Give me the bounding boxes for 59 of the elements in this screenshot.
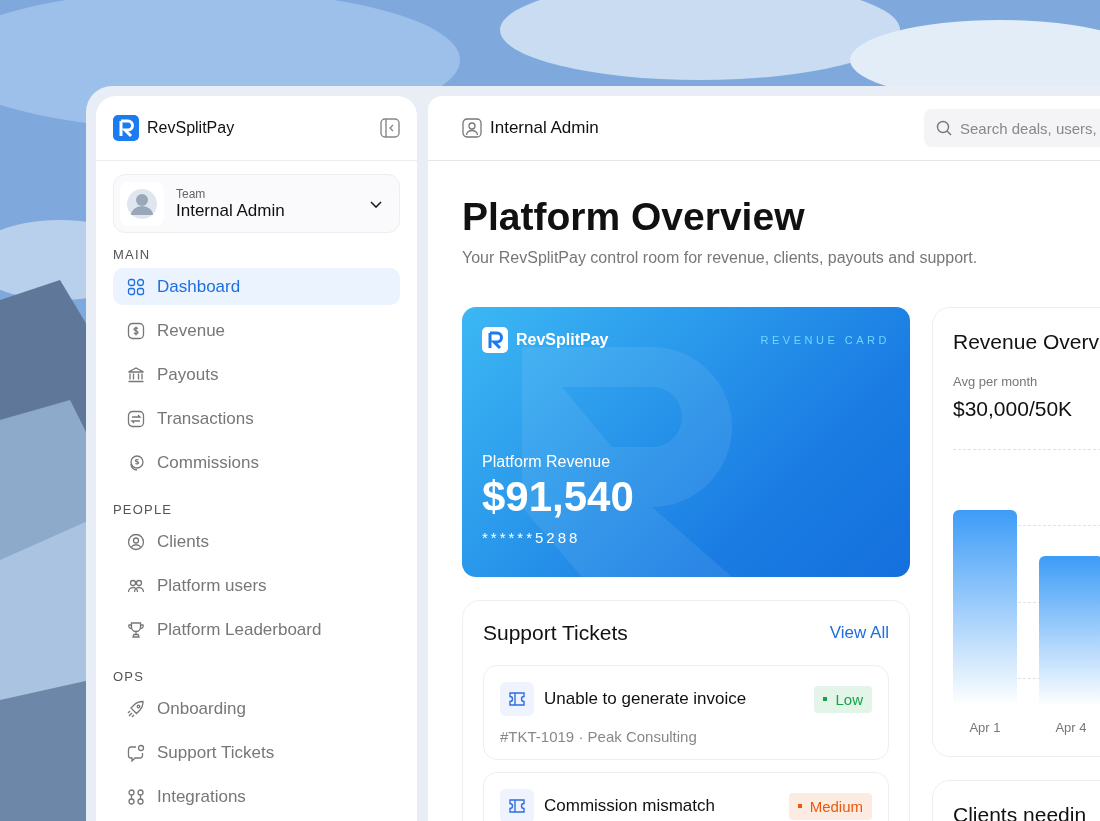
team-label: Team xyxy=(176,186,207,201)
card-title: Support Tickets xyxy=(483,621,628,645)
grid-icon xyxy=(127,277,145,296)
priority-label: Low xyxy=(835,690,863,708)
section-heading: MAIN xyxy=(113,247,152,262)
chart-caption: Avg per month xyxy=(953,374,1039,389)
brand-name: RevSplitPay xyxy=(147,119,235,137)
priority-label: Medium xyxy=(809,797,863,815)
dollar-icon xyxy=(127,321,145,340)
nav-item[interactable]: Platform users xyxy=(113,567,400,604)
nav-item[interactable]: Transactions xyxy=(113,400,400,437)
nav-item[interactable]: Clients xyxy=(113,523,400,560)
card-title: Revenue Overv xyxy=(953,330,1100,354)
card-tag: REVENUE CARD xyxy=(760,334,890,346)
nodes-icon xyxy=(127,787,145,806)
revenue-label: Platform Revenue xyxy=(482,453,612,471)
view-all-link[interactable]: View All xyxy=(829,623,889,643)
chat-icon xyxy=(127,743,145,762)
nav-item[interactable]: Commissions xyxy=(113,444,400,481)
user-icon xyxy=(127,532,145,551)
bank-icon xyxy=(127,365,145,384)
nav-item[interactable]: Support Tickets xyxy=(113,734,400,771)
search-field[interactable]: Search deals, users, xyxy=(924,109,1100,147)
section-heading: PEOPLE xyxy=(113,502,174,517)
average-value: $30,000/50K xyxy=(953,397,1074,421)
collapse-sidebar-icon[interactable] xyxy=(380,118,400,138)
section-heading: OPS xyxy=(113,669,146,684)
axis-label: Apr 1 xyxy=(969,720,1001,735)
ticket-title: Commission mismatch xyxy=(544,796,716,816)
nav-item[interactable]: Revenue xyxy=(113,312,400,349)
nav-item[interactable]: Onboarding xyxy=(113,690,400,727)
team-switcher[interactable]: Team Internal Admin xyxy=(113,174,400,233)
avatar-icon xyxy=(126,187,158,220)
coins-icon xyxy=(127,453,145,472)
trophy-icon xyxy=(127,620,145,639)
logo-icon xyxy=(482,327,508,353)
card-number: ******5288 xyxy=(482,529,582,546)
logo-icon xyxy=(113,115,139,141)
team-name: Internal Admin xyxy=(176,200,286,221)
nav-item[interactable]: Payouts xyxy=(113,356,400,393)
ticket-item[interactable]: Commission mismatch Medium xyxy=(483,772,889,821)
user-icon xyxy=(462,118,482,138)
rocket-icon xyxy=(127,699,145,718)
card-brand: RevSplitPay xyxy=(516,331,609,349)
user-name: Internal Admin xyxy=(490,118,599,138)
nav-item[interactable]: Platform Leaderboard xyxy=(113,611,400,648)
swap-icon xyxy=(127,409,145,428)
ticket-item[interactable]: Unable to generate invoice Low #TKT-1019 · Peak Consulting xyxy=(483,665,889,760)
ticket-icon xyxy=(508,797,526,815)
page-subtitle: Your RevSplitPay control room for revenue, clients, payouts and support. xyxy=(462,249,979,267)
page-title: Platform Overview xyxy=(462,195,806,239)
ticket-title: Unable to generate invoice xyxy=(544,689,748,709)
axis-label: Apr 4 xyxy=(1055,720,1087,735)
search-icon xyxy=(936,120,952,136)
nav-item[interactable]: Integrations xyxy=(113,778,400,815)
revenue-amount: $91,540 xyxy=(482,473,635,521)
ticket-icon xyxy=(508,690,526,708)
ticket-meta: #TKT-1019 · Peak Consulting xyxy=(500,728,698,745)
nav-item[interactable]: Dashboard xyxy=(113,268,400,305)
